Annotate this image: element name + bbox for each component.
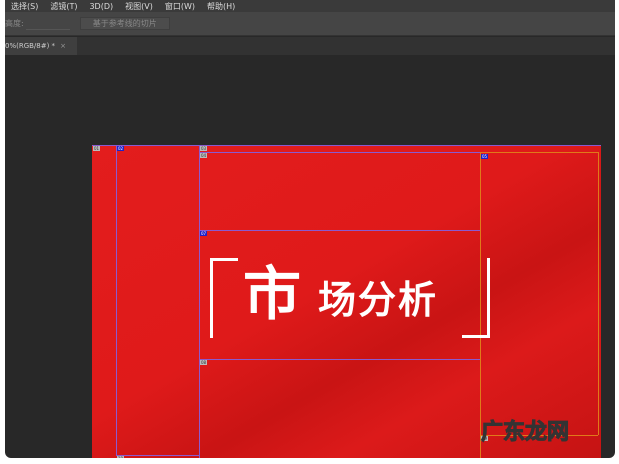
slice-tag[interactable]: 10 — [117, 456, 125, 458]
slice-tag[interactable]: 07 — [200, 231, 208, 236]
slice-line — [92, 145, 601, 146]
slice-tag[interactable]: 03 — [200, 146, 208, 151]
menu-bar: 选择(S) 滤镜(T) 3D(D) 视图(V) 窗口(W) 帮助(H) — [5, 0, 615, 12]
slices-from-guides-button[interactable]: 基于参考线的切片 — [79, 17, 170, 30]
slice-line — [116, 145, 117, 455]
options-bar: 高度: 基于参考线的切片 — [5, 12, 615, 36]
menu-view[interactable]: 视图(V) — [125, 1, 153, 12]
slice-tag[interactable]: 04 — [200, 153, 208, 158]
slice-line — [199, 152, 480, 153]
slice-tag[interactable]: 08 — [200, 360, 208, 365]
slice-tag[interactable]: 05 — [481, 154, 489, 159]
slice-tag[interactable]: 02 — [117, 146, 125, 151]
slice-line — [199, 145, 200, 458]
title-big-char: 市 — [243, 260, 302, 328]
close-icon[interactable]: × — [60, 42, 66, 50]
height-input[interactable] — [25, 17, 70, 30]
document-tab[interactable]: 0%(RGB/8#) * × — [5, 37, 77, 55]
menu-help[interactable]: 帮助(H) — [207, 1, 235, 12]
title-frame: 市 场分析 — [210, 258, 490, 338]
menu-window[interactable]: 窗口(W) — [165, 1, 195, 12]
photoshop-window: 选择(S) 滤镜(T) 3D(D) 视图(V) 窗口(W) 帮助(H) 高度: … — [5, 0, 615, 458]
slice-line — [199, 359, 480, 360]
selected-slice-border — [480, 152, 598, 153]
height-label: 高度: — [5, 19, 24, 28]
selected-slice-border — [598, 152, 599, 435]
document-tabs: 0%(RGB/8#) * × — [5, 37, 615, 55]
slice-line — [116, 455, 199, 456]
document-canvas[interactable]: 01 02 03 04 05 07 08 09 10 市 场分析 — [92, 145, 601, 458]
slice-tag[interactable]: 01 — [93, 146, 101, 151]
document-tab-title: 0%(RGB/8#) * — [5, 42, 56, 50]
slice-line — [199, 230, 480, 231]
menu-select[interactable]: 选择(S) — [11, 1, 38, 12]
menu-3d[interactable]: 3D(D) — [89, 2, 113, 11]
title-text: 场分析 — [318, 278, 439, 322]
menu-filter[interactable]: 滤镜(T) — [50, 1, 77, 12]
watermark: 广东龙网 — [480, 420, 570, 446]
